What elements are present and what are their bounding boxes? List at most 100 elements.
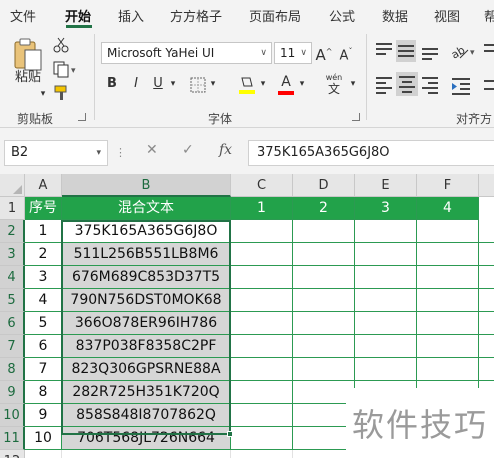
row-header[interactable]: 3 — [0, 243, 25, 266]
empty-cell[interactable] — [479, 289, 494, 312]
name-box[interactable]: B2 ▾ — [4, 140, 108, 166]
font-launcher-icon[interactable] — [352, 113, 360, 121]
seq-cell[interactable]: 9 — [25, 404, 62, 427]
empty-cell[interactable] — [479, 266, 494, 289]
seq-cell[interactable]: 2 — [25, 243, 62, 266]
empty-cell[interactable] — [293, 220, 355, 243]
cancel-icon[interactable]: ✕ — [146, 142, 158, 158]
merge-center-button[interactable] — [484, 76, 494, 96]
align-left-button[interactable] — [374, 74, 394, 96]
phonetic-dropdown-icon[interactable]: ▾ — [348, 74, 358, 94]
borders-dropdown-icon[interactable]: ▾ — [208, 74, 218, 94]
column-header-b[interactable]: B — [62, 174, 231, 197]
empty-cell[interactable] — [479, 220, 494, 243]
empty-cell[interactable] — [355, 358, 417, 381]
seq-cell[interactable]: 1 — [25, 220, 62, 243]
empty-cell[interactable] — [231, 358, 293, 381]
empty-cell[interactable] — [417, 358, 479, 381]
fill-color-dropdown-icon[interactable]: ▾ — [258, 74, 268, 94]
column-header-f[interactable]: F — [417, 174, 479, 197]
empty-cell[interactable] — [417, 312, 479, 335]
empty-cell[interactable] — [417, 289, 479, 312]
empty-cell[interactable] — [479, 312, 494, 335]
header-cell-4[interactable]: 4 — [417, 197, 479, 220]
indent-button[interactable] — [450, 76, 478, 96]
column-header-c[interactable]: C — [231, 174, 293, 197]
empty-cell[interactable] — [479, 358, 494, 381]
mixed-text-cell[interactable]: 366O878ER96IH786 — [62, 312, 231, 335]
empty-cell[interactable] — [479, 335, 494, 358]
mixed-text-cell[interactable]: 790N756DST0MOK68 — [62, 289, 231, 312]
tab-help[interactable]: 帮 — [484, 6, 494, 25]
row-header[interactable]: 12 — [0, 450, 25, 458]
seq-cell[interactable]: 5 — [25, 312, 62, 335]
seq-cell[interactable]: 7 — [25, 358, 62, 381]
underline-dropdown-icon[interactable]: ▾ — [168, 74, 178, 94]
empty-cell[interactable] — [231, 220, 293, 243]
empty-cell[interactable] — [355, 289, 417, 312]
paste-dropdown-icon[interactable]: ▾ — [38, 84, 48, 104]
empty-cell[interactable] — [417, 335, 479, 358]
empty-cell[interactable] — [355, 312, 417, 335]
empty-cell[interactable] — [231, 427, 293, 450]
tab-data[interactable]: 数据 — [382, 6, 408, 25]
row-header[interactable]: 8 — [0, 358, 25, 381]
bold-button[interactable]: B — [104, 74, 120, 94]
orientation-button[interactable]: ab ▾ — [449, 42, 478, 61]
header-cell-text[interactable]: 混合文本 — [62, 197, 231, 220]
column-header-e[interactable]: E — [355, 174, 417, 197]
tab-view[interactable]: 视图 — [434, 6, 460, 25]
tab-fangfang[interactable]: 方方格子 — [170, 6, 222, 25]
seq-cell[interactable]: 3 — [25, 266, 62, 289]
empty-cell[interactable] — [293, 289, 355, 312]
borders-button[interactable] — [190, 77, 206, 93]
empty-cell[interactable] — [355, 220, 417, 243]
empty-cell[interactable] — [231, 381, 293, 404]
format-painter-button[interactable] — [52, 84, 70, 102]
header-cell-1[interactable]: 1 — [231, 197, 293, 220]
empty-cell[interactable] — [417, 220, 479, 243]
empty-cell[interactable] — [231, 404, 293, 427]
empty-cell[interactable] — [479, 243, 494, 266]
clipboard-launcher-icon[interactable] — [78, 113, 86, 121]
tab-insert[interactable]: 插入 — [118, 6, 144, 25]
fill-color-button[interactable] — [238, 74, 256, 96]
empty-cell[interactable] — [293, 243, 355, 266]
row-header[interactable]: 5 — [0, 289, 25, 312]
tab-formulas[interactable]: 公式 — [329, 6, 355, 25]
mixed-text-cell[interactable]: 676M689C853D37T5 — [62, 266, 231, 289]
tab-file[interactable]: 文件 — [10, 6, 36, 25]
align-middle-button[interactable] — [396, 40, 416, 62]
phonetic-guide-button[interactable]: wén 文 — [322, 72, 346, 98]
seq-cell[interactable]: 6 — [25, 335, 62, 358]
row-header[interactable]: 10 — [0, 404, 25, 427]
row-header[interactable]: 1 — [0, 197, 25, 220]
header-cell-3[interactable]: 3 — [355, 197, 417, 220]
empty-cell[interactable] — [417, 243, 479, 266]
copy-button[interactable]: ▾ — [52, 60, 80, 78]
row-header[interactable]: 7 — [0, 335, 25, 358]
insert-function-icon[interactable]: fx — [219, 142, 232, 158]
mixed-text-cell[interactable]: 282R725H351K720Q — [62, 381, 231, 404]
row-header[interactable]: 4 — [0, 266, 25, 289]
font-color-button[interactable]: A — [277, 72, 295, 96]
empty-cell[interactable] — [417, 266, 479, 289]
font-size-select[interactable]: 11 ∨ — [274, 42, 312, 64]
empty-cell[interactable] — [293, 335, 355, 358]
seq-cell[interactable]: 10 — [25, 427, 62, 450]
seq-cell[interactable]: 8 — [25, 381, 62, 404]
empty-cell[interactable] — [231, 289, 293, 312]
empty-cell[interactable] — [231, 243, 293, 266]
empty-cell[interactable] — [355, 266, 417, 289]
header-cell-2[interactable]: 2 — [293, 197, 355, 220]
empty-cell[interactable] — [293, 266, 355, 289]
empty-cell[interactable] — [231, 450, 293, 458]
tab-home[interactable]: 开始 — [65, 6, 91, 25]
empty-cell[interactable] — [62, 450, 231, 458]
grow-font-button[interactable]: A^ — [315, 42, 333, 65]
empty-cell[interactable] — [293, 312, 355, 335]
mixed-text-cell[interactable]: 511L256B551LB8M6 — [62, 243, 231, 266]
empty-cell[interactable] — [231, 266, 293, 289]
align-right-button[interactable] — [420, 74, 440, 96]
worksheet-grid[interactable]: A B C D E F 1 2 3 4 5 6 7 8 9 10 11 12 序… — [0, 174, 494, 458]
